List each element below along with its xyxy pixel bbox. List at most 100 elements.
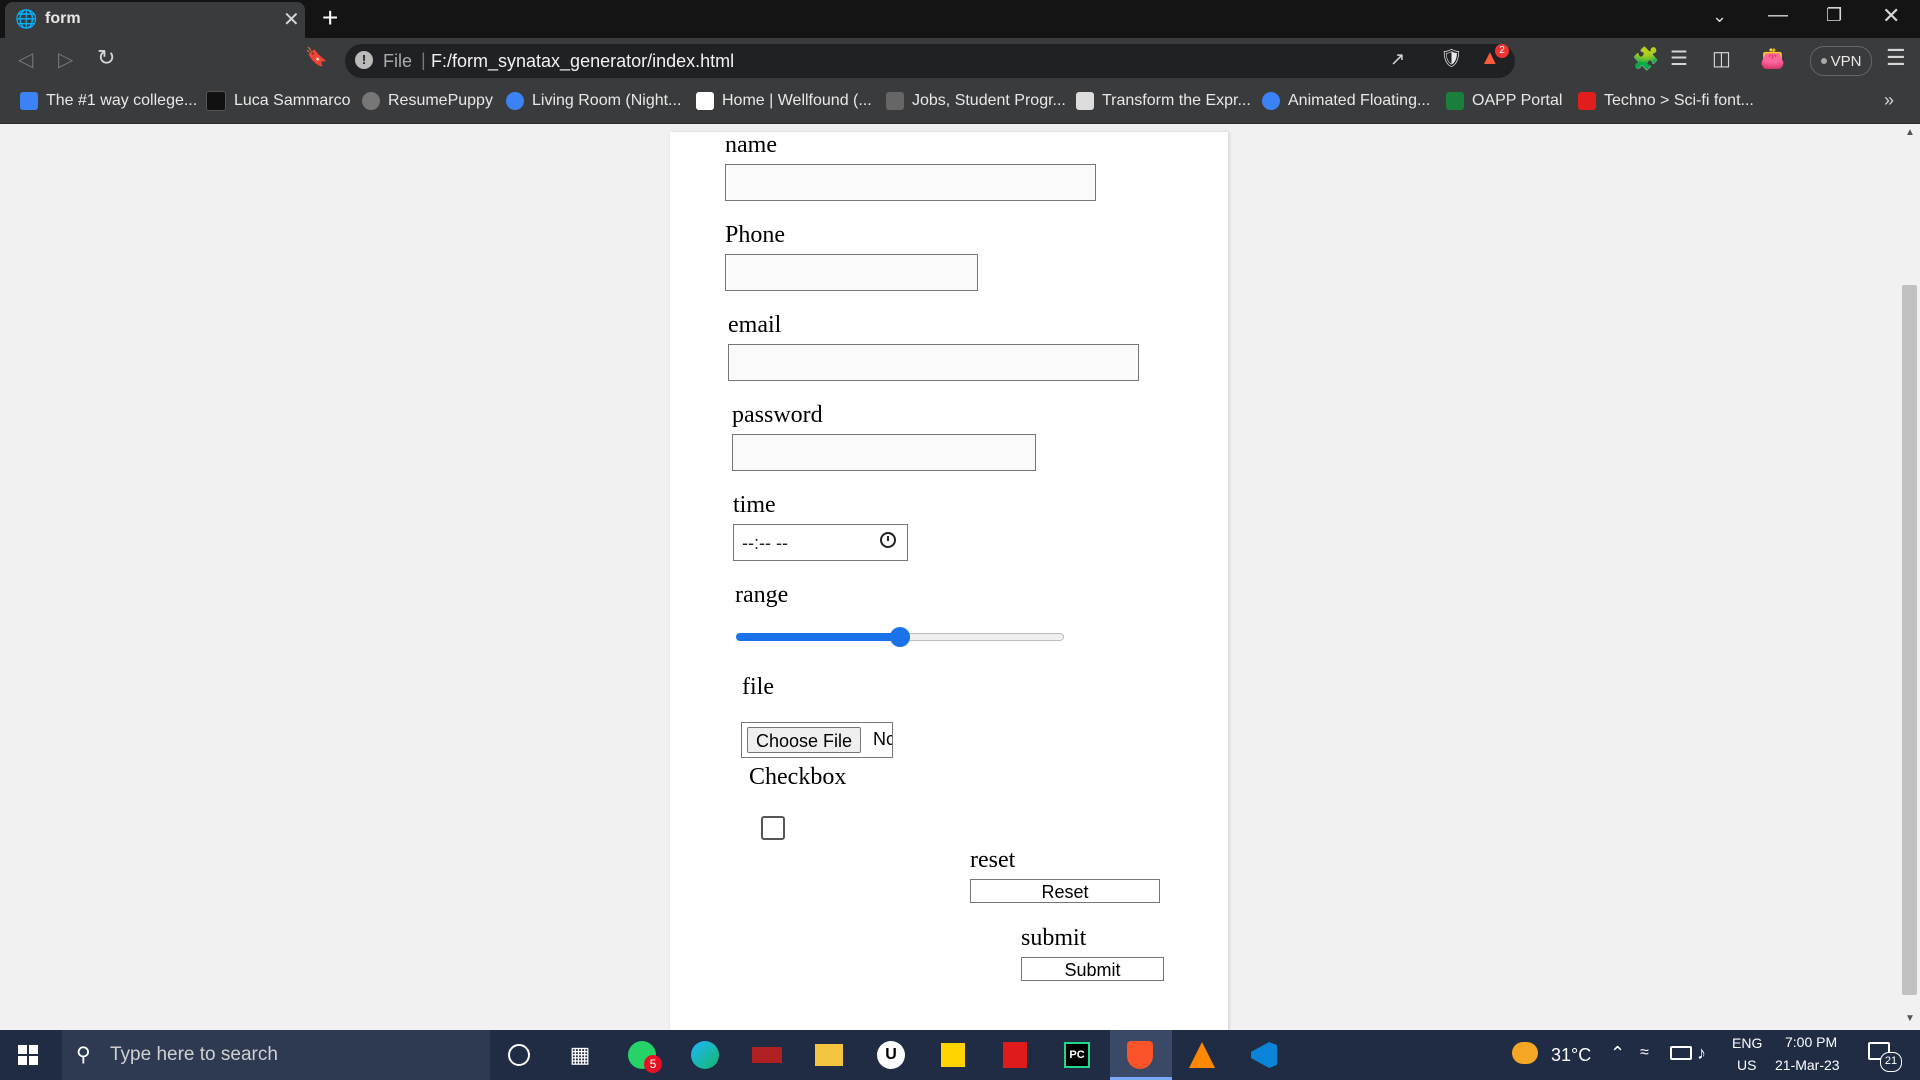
form-card: name Phone email password time --:-- -- … [670,132,1228,1030]
weather-icon[interactable] [1512,1042,1538,1064]
taskbar-search-box[interactable]: ⚲ Type here to search [62,1030,490,1080]
reset-button-label: Reset [1041,882,1089,902]
vlc-icon[interactable] [1182,1035,1222,1075]
brave-icon[interactable] [1120,1035,1160,1075]
sticky-notes-icon[interactable] [933,1035,973,1075]
bookmark-label: Jobs, Student Progr... [912,92,1066,109]
info-icon[interactable]: ! [355,51,373,69]
menu-icon[interactable]: ☰ [1886,45,1906,71]
clock-icon[interactable] [880,532,896,548]
bookmark-label: The #1 way college... [46,92,198,109]
show-hidden-icons[interactable]: ⌃ [1610,1043,1625,1064]
bookmark-item[interactable]: The #1 way college... [20,89,197,113]
brave-glyph [1127,1041,1153,1069]
reset-button[interactable]: Reset [970,879,1160,903]
bookmark-item[interactable]: Animated Floating... [1262,89,1430,113]
search-placeholder: Type here to search [110,1044,278,1065]
brave-shield-icon[interactable]: 🛡 [1440,48,1463,69]
checkbox-label: Checkbox [749,764,847,790]
bookmark-item[interactable]: Techno > Sci-fi font... [1578,89,1754,113]
task-view-icon[interactable]: ▦ [560,1035,600,1075]
scrollbar-thumb[interactable] [1902,285,1917,995]
wifi-icon[interactable]: ≈ [1640,1044,1649,1062]
new-tab-button[interactable]: + [322,2,338,34]
start-tile [18,1056,27,1065]
pycharm-icon[interactable]: PC [1057,1035,1097,1075]
checkbox[interactable] [761,816,785,840]
back-icon[interactable]: ◁ [18,47,33,72]
minimize-icon[interactable]: — [1768,4,1788,27]
close-window-icon[interactable]: ✕ [1882,3,1900,29]
vlc-glyph [1189,1042,1215,1068]
submit-button[interactable]: Submit [1021,957,1164,981]
pycharm-glyph: PC [1064,1042,1090,1068]
url-text[interactable]: F:/form_synatax_generator/index.html [431,51,734,72]
battery-icon[interactable] [1670,1046,1692,1060]
email-input[interactable] [728,344,1139,381]
scroll-up-arrow-icon[interactable]: ▲ [1905,127,1915,138]
sidebar-icon[interactable]: ◫ [1712,46,1731,71]
edge-icon[interactable] [685,1035,725,1075]
bookmark-item[interactable]: Home | Wellfound (... [696,89,872,113]
time-input[interactable]: --:-- -- [733,524,908,561]
bookmark-page-icon[interactable]: 🔖 [305,47,327,68]
no-file-text: Nc [873,729,893,749]
name-input[interactable] [725,164,1096,201]
close-tab-icon[interactable]: ✕ [283,7,300,32]
restore-icon[interactable]: ❐ [1826,5,1842,26]
notification-badge: 21 [1880,1052,1902,1072]
bookmark-label: Techno > Sci-fi font... [1604,92,1754,109]
bookmark-favicon [206,91,226,111]
input-language[interactable]: ENG [1732,1035,1762,1051]
forward-icon[interactable]: ▷ [58,47,73,72]
active-tab[interactable]: 🌐 form ✕ [5,2,305,38]
vpn-button[interactable]: VPN [1810,46,1872,76]
bookmark-item[interactable]: Luca Sammarco [206,89,351,113]
edge-glyph [691,1041,719,1069]
vpn-label: VPN [1830,52,1862,70]
app-icon[interactable] [747,1035,787,1075]
file-explorer-icon[interactable] [809,1035,849,1075]
password-input[interactable] [732,434,1036,471]
range-slider[interactable] [736,627,1064,647]
volume-icon[interactable]: ♪ [1697,1043,1706,1064]
wallet-icon[interactable]: 👛 [1760,46,1785,71]
file-label: file [742,674,774,700]
temperature[interactable]: 31°C [1551,1045,1591,1066]
acrobat-icon[interactable] [995,1035,1035,1075]
bookmark-favicon [20,92,38,110]
file-input[interactable]: Choose File Nc [741,722,893,758]
windows-start-icon[interactable] [18,1045,38,1065]
bookmark-item[interactable]: Living Room (Night... [506,89,681,113]
phone-input[interactable] [725,254,978,291]
bookmark-label: Transform the Expr... [1102,92,1251,109]
whatsapp-icon[interactable]: 5 [622,1035,662,1075]
extensions-icon[interactable]: 🧩 [1632,46,1659,72]
bookmark-item[interactable]: ResumePuppy [362,89,493,113]
share-icon[interactable]: ↗ [1390,49,1405,70]
playlist-icon[interactable]: ☰ [1670,46,1688,71]
bookmark-item[interactable]: Jobs, Student Progr... [886,89,1066,113]
whatsapp-badge: 5 [644,1055,662,1073]
clock-time[interactable]: 7:00 PM [1785,1034,1837,1050]
cortana-icon[interactable] [499,1035,539,1075]
tab-search-chevron-icon[interactable]: ⌄ [1712,6,1727,27]
choose-file-button[interactable]: Choose File [747,727,862,753]
more-bookmarks-icon[interactable]: » [1884,90,1894,111]
bookmark-label: Living Room (Night... [532,92,682,109]
bookmark-item[interactable]: Transform the Expr... [1076,89,1251,113]
input-region[interactable]: US [1737,1057,1756,1073]
range-thumb[interactable] [890,627,910,647]
phone-label: Phone [725,222,785,248]
address-separator: | [421,50,426,70]
notification-center-icon[interactable]: 21 [1868,1042,1902,1072]
reload-icon[interactable]: ↻ [97,45,115,71]
bookmark-item[interactable]: OAPP Portal [1446,89,1562,113]
scroll-down-arrow-icon[interactable]: ▼ [1905,1013,1915,1024]
time-placeholder: --:-- -- [742,533,788,553]
unreal-engine-icon[interactable]: U [871,1035,911,1075]
clock-date[interactable]: 21-Mar-23 [1775,1057,1840,1073]
vscode-icon[interactable] [1244,1035,1284,1075]
bookmark-favicon [1446,92,1464,110]
address-bar[interactable]: ! File | F:/form_synatax_generator/index… [345,44,1515,78]
